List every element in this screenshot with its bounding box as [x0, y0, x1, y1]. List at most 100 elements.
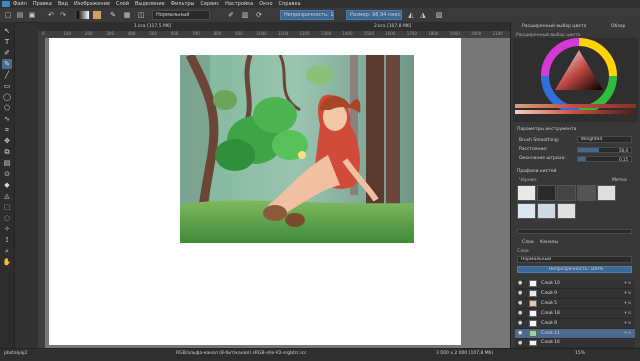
tag-label[interactable]: Метка: [612, 178, 627, 183]
brush-preset-2[interactable]: [537, 185, 556, 201]
rectangle-tool-icon[interactable]: ▭: [2, 81, 12, 91]
eye-icon[interactable]: ●: [518, 301, 523, 306]
menu-window[interactable]: Окно: [259, 1, 272, 7]
layer-row[interactable]: ● Слой 18 ▾ α: [515, 309, 635, 319]
eye-icon[interactable]: ●: [518, 311, 523, 316]
eraser-mode-icon[interactable]: ◫: [136, 10, 146, 20]
layer-row[interactable]: ● Слой 9 ▾ α: [515, 289, 635, 299]
layer-options-icon[interactable]: ▾ α: [624, 309, 631, 318]
mirror-horizontal-icon[interactable]: ◭: [406, 10, 416, 20]
menu-settings[interactable]: Настройка: [225, 1, 253, 7]
opacity-slider[interactable]: Непрозрачность: 100%: [280, 10, 334, 20]
gradient-tool-icon[interactable]: ▤: [2, 158, 12, 168]
mirror-vertical-icon[interactable]: ◮: [418, 10, 428, 20]
zoom-tool-icon[interactable]: ⌕: [2, 246, 12, 256]
ruler-tick-label: 1300: [320, 31, 332, 36]
layer-options-icon[interactable]: ▾ α: [624, 319, 631, 328]
undo-icon[interactable]: ↶: [46, 10, 56, 20]
assistant-tool-icon[interactable]: ◬: [2, 191, 12, 201]
text-tool-icon[interactable]: T: [2, 37, 12, 47]
open-document-icon[interactable]: ▤: [15, 10, 25, 20]
presets-search[interactable]: [517, 229, 632, 234]
tab-doc-1[interactable]: 1.kra [117,5 Мб]: [134, 23, 171, 31]
polygon-tool-icon[interactable]: ⬠: [2, 103, 12, 113]
pan-tool-icon[interactable]: ✋: [2, 257, 12, 267]
tab-doc-2[interactable]: 2.kra [107,8 Мб]: [374, 23, 411, 31]
alpha-lock-icon[interactable]: ▥: [240, 10, 250, 20]
color-shade-bar[interactable]: [515, 110, 636, 114]
path-select-tool-icon[interactable]: ⟟: [2, 235, 12, 245]
eye-icon[interactable]: ●: [518, 321, 523, 326]
layers-tab[interactable]: Слои: [522, 240, 534, 245]
redo-icon[interactable]: ↷: [58, 10, 68, 20]
layer-options-icon[interactable]: ▾ α: [624, 329, 631, 338]
move-tool-icon[interactable]: ✥: [2, 136, 12, 146]
brush-smoothing-select[interactable]: Weighted: [577, 136, 632, 143]
pattern-swatch[interactable]: [92, 10, 102, 20]
layer-row[interactable]: ● Слой 8 ▾ α: [515, 319, 635, 329]
layer-options-icon[interactable]: ▾ α: [624, 299, 631, 308]
menu-edit[interactable]: Правка: [33, 1, 52, 7]
brush-presets-icon[interactable]: ▦: [122, 10, 132, 20]
layer-row[interactable]: ● Слой 16: [515, 339, 635, 348]
transform-tool-icon[interactable]: ⧉: [2, 147, 12, 157]
menu-filter[interactable]: Фильтры: [171, 1, 195, 7]
brush-preset-6[interactable]: [517, 203, 536, 219]
menu-image[interactable]: Изображение: [74, 1, 110, 7]
gradient-swatch[interactable]: [76, 10, 90, 20]
layer-opacity-slider[interactable]: Непрозрачность: 100%: [517, 266, 632, 273]
reload-preset-icon[interactable]: ⟳: [254, 10, 264, 20]
ellipse-tool-icon[interactable]: ◯: [2, 92, 12, 102]
menu-view[interactable]: Вид: [58, 1, 68, 7]
crop-tool-icon[interactable]: ⌗: [2, 125, 12, 135]
channels-tab[interactable]: Каналы: [540, 240, 558, 245]
brush-preset-4[interactable]: [577, 185, 596, 201]
menu-layer[interactable]: Слой: [116, 1, 129, 7]
color-history-bar[interactable]: [515, 104, 636, 108]
edit-shapes-tool-icon[interactable]: ✐: [2, 48, 12, 58]
menu-help[interactable]: Справка: [279, 1, 301, 7]
fill-tool-icon[interactable]: ◆: [2, 180, 12, 190]
line-tool-icon[interactable]: ╱: [2, 70, 12, 80]
ellipse-select-tool-icon[interactable]: ◌: [2, 213, 12, 223]
layer-options-icon[interactable]: ▾ α: [624, 289, 631, 298]
distance-slider[interactable]: 50,0: [577, 147, 632, 153]
color-selector-tab[interactable]: Расширенный выбор цвета: [522, 24, 586, 29]
rect-select-tool-icon[interactable]: ⬚: [2, 202, 12, 212]
layer-options-icon[interactable]: ▾ α: [624, 279, 631, 288]
color-wheel[interactable]: [541, 38, 617, 114]
brush-preset-3[interactable]: [557, 185, 576, 201]
erase-toggle-icon[interactable]: ✐: [226, 10, 236, 20]
blend-mode-select[interactable]: Нормальный: [152, 10, 210, 20]
save-icon[interactable]: ▣: [27, 10, 37, 20]
eye-icon[interactable]: ●: [518, 291, 523, 296]
eye-icon[interactable]: ●: [518, 281, 523, 286]
brush-preset-7[interactable]: [537, 203, 556, 219]
artwork-illustration[interactable]: [180, 55, 414, 243]
menu-select[interactable]: Выделение: [135, 1, 165, 7]
brush-preset-5[interactable]: [597, 185, 616, 201]
size-slider[interactable]: Размер: 98,94 пикс.: [346, 10, 402, 20]
overview-tab[interactable]: Обзор: [611, 24, 625, 29]
color-picker-tool-icon[interactable]: ⊙: [2, 169, 12, 179]
layer-row-selected[interactable]: ● Слой 11 ▾ α: [515, 329, 635, 339]
select-shapes-tool-icon[interactable]: ↖: [2, 26, 12, 36]
menu-file[interactable]: Файл: [13, 1, 27, 7]
eye-icon[interactable]: ●: [518, 331, 523, 336]
ruler-tick-label: 2000: [471, 31, 482, 36]
menu-tools[interactable]: Сервис: [200, 1, 219, 7]
brush-preset-8[interactable]: [557, 203, 576, 219]
brush-settings-icon[interactable]: ✎: [108, 10, 118, 20]
bezier-tool-icon[interactable]: ∿: [2, 114, 12, 124]
layer-blend-select[interactable]: Нормальный: [517, 256, 632, 263]
presets-filter[interactable]: Чёрнил: [519, 178, 536, 183]
freehand-brush-tool-icon[interactable]: ✎: [2, 59, 12, 69]
stroke-end-slider[interactable]: 0,15: [577, 156, 632, 162]
contiguous-select-tool-icon[interactable]: ✧: [2, 224, 12, 234]
wrap-around-icon[interactable]: ▧: [434, 10, 444, 20]
layer-row[interactable]: ● Слой 5 ▾ α: [515, 299, 635, 309]
layer-row[interactable]: ● Слой 10 ▾ α: [515, 279, 635, 289]
new-document-icon[interactable]: ▢: [3, 10, 13, 20]
brush-preset-1[interactable]: [517, 185, 536, 201]
eye-icon[interactable]: ●: [518, 341, 523, 346]
